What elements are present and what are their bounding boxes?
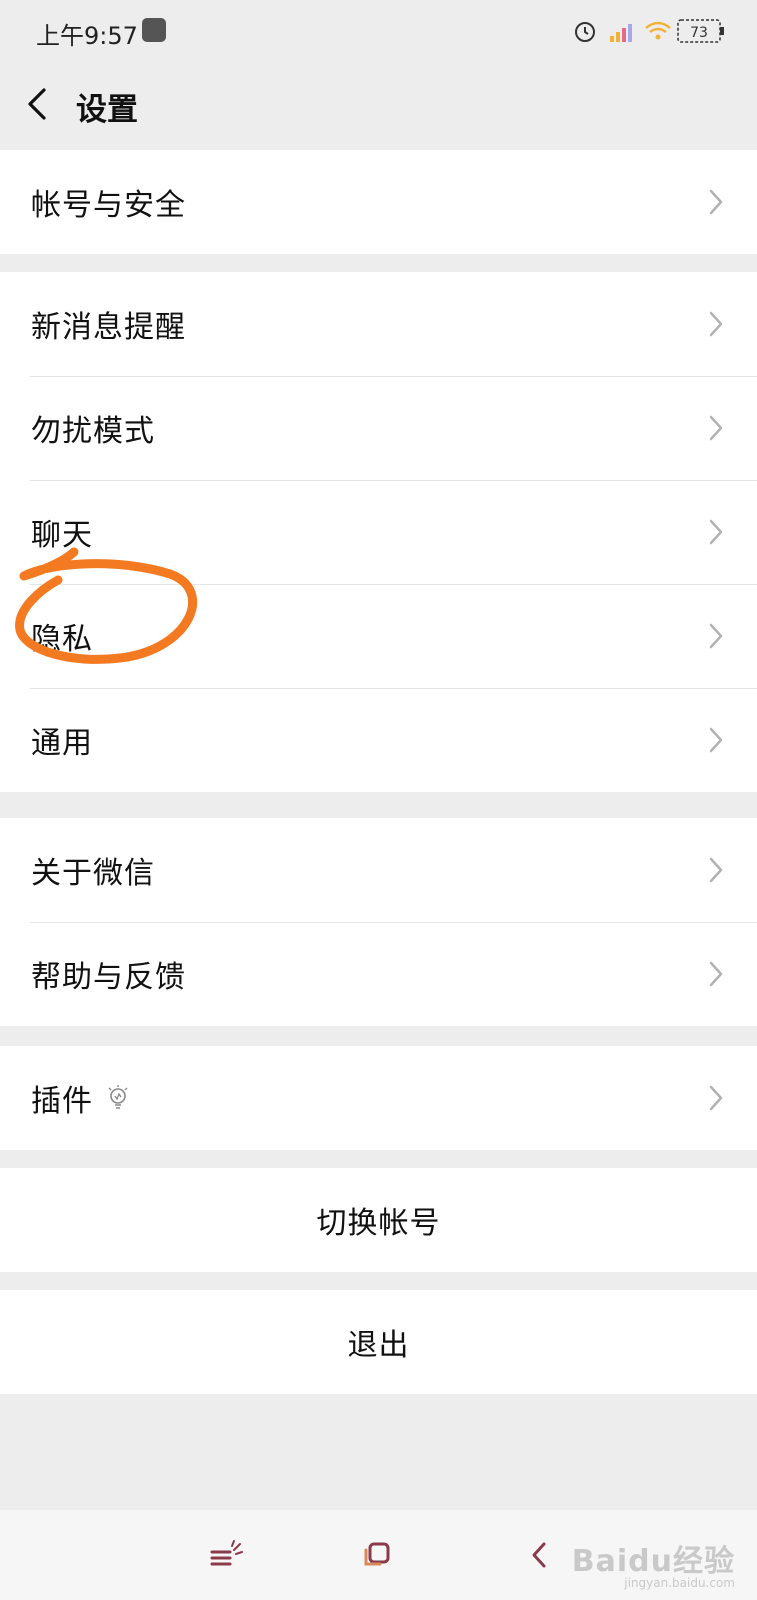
settings-item-do-not-disturb[interactable]: 勿扰模式	[0, 376, 757, 480]
lightbulb-icon	[108, 1085, 128, 1109]
settings-group-plugins: 插件	[0, 1046, 757, 1150]
chevron-right-icon	[709, 189, 723, 215]
page-title: 设置	[76, 92, 138, 128]
watermark-main: Baidu经验	[571, 1544, 735, 1579]
chevron-right-icon	[709, 857, 723, 883]
settings-item-privacy[interactable]: 隐私	[0, 584, 757, 688]
menu-icon[interactable]	[208, 1540, 244, 1570]
settings-item-label: 勿扰模式	[31, 414, 155, 449]
chevron-left-icon[interactable]	[22, 84, 54, 124]
switch-account-label: 切换帐号	[316, 1206, 441, 1241]
chevron-right-icon	[709, 623, 723, 649]
settings-item-label: 帐号与安全	[31, 188, 186, 223]
settings-item-label: 帮助与反馈	[31, 960, 186, 995]
watermark: Baidu经验 jingyan.baidu.com	[572, 1536, 735, 1590]
chevron-right-icon	[709, 961, 723, 987]
app-notification-icon	[142, 18, 166, 42]
battery-level: 73	[690, 25, 708, 41]
home-icon[interactable]	[362, 1540, 394, 1570]
alarm-icon	[575, 22, 595, 42]
switch-account-button[interactable]: 切换帐号	[0, 1168, 757, 1272]
settings-item-label: 新消息提醒	[31, 310, 186, 345]
settings-group-about: 关于微信 帮助与反馈	[0, 818, 757, 1026]
wifi-icon	[645, 21, 671, 40]
chevron-right-icon	[709, 727, 723, 753]
system-nav-bar: Baidu经验 jingyan.baidu.com	[0, 1510, 757, 1600]
settings-item-label: 插件	[31, 1084, 93, 1119]
settings-item-label: 关于微信	[31, 856, 155, 891]
settings-item-help-feedback[interactable]: 帮助与反馈	[0, 922, 757, 1026]
status-icons: 73	[574, 14, 729, 48]
header-bar: 设置	[0, 62, 757, 148]
logout-group: 退出	[0, 1290, 757, 1394]
settings-item-new-message-alert[interactable]: 新消息提醒	[0, 272, 757, 376]
settings-item-label: 通用	[31, 726, 93, 761]
switch-account-group: 切换帐号	[0, 1168, 757, 1272]
settings-item-chat[interactable]: 聊天	[0, 480, 757, 584]
settings-item-label: 聊天	[31, 518, 93, 553]
settings-item-plugins[interactable]: 插件	[0, 1046, 757, 1150]
chevron-right-icon	[709, 415, 723, 441]
chevron-right-icon	[709, 311, 723, 337]
logout-button[interactable]: 退出	[0, 1290, 757, 1394]
chevron-right-icon	[709, 519, 723, 545]
settings-group-general: 新消息提醒 勿扰模式 聊天 隐私 通用	[0, 272, 757, 792]
hd-signal-icon	[610, 24, 632, 42]
settings-group-account: 帐号与安全	[0, 150, 757, 254]
status-bar: 上午9:57 73	[0, 0, 757, 62]
settings-item-account-security[interactable]: 帐号与安全	[0, 150, 757, 254]
settings-item-general[interactable]: 通用	[0, 688, 757, 792]
settings-item-label: 隐私	[31, 622, 93, 657]
status-time: 上午9:57	[36, 22, 138, 50]
settings-item-about-wechat[interactable]: 关于微信	[0, 818, 757, 922]
back-icon[interactable]	[528, 1540, 552, 1570]
chevron-right-icon	[709, 1085, 723, 1111]
logout-label: 退出	[347, 1328, 410, 1363]
